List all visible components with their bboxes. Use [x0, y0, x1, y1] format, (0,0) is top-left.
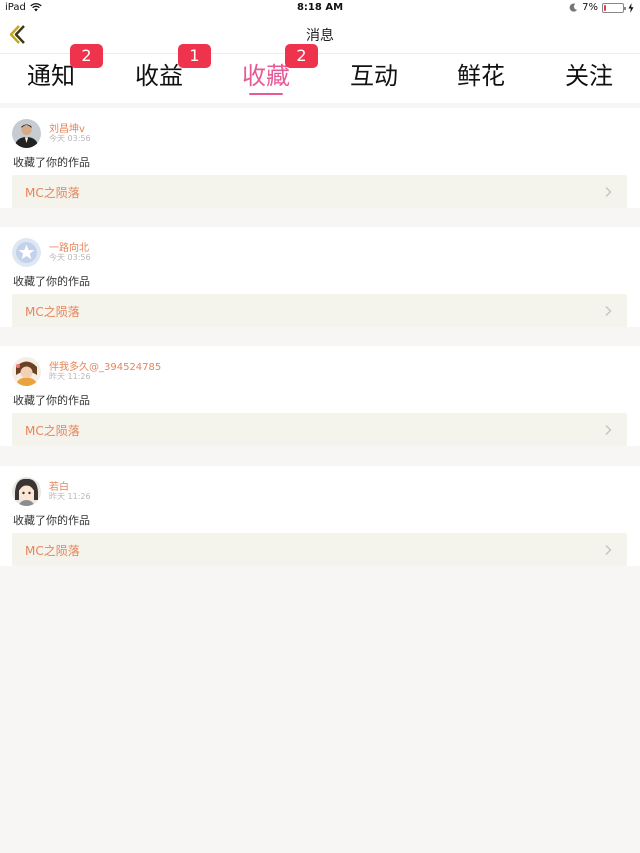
avatar[interactable] [12, 477, 41, 506]
active-tab-indicator [249, 93, 283, 95]
chevron-right-icon [605, 545, 612, 555]
tab-label: 鲜花 [457, 62, 505, 90]
list-item: 伴我多久@_394524785 昨天 11:26 收藏了你的作品 MC之陨落 [0, 346, 640, 446]
tab-favorites[interactable]: 收藏 2 [221, 44, 318, 100]
page-title: 消息 [306, 28, 334, 44]
tab-interactions[interactable]: 互动 [329, 58, 419, 100]
battery-icon [602, 2, 626, 13]
action-text: 收藏了你的作品 [13, 394, 90, 407]
battery-percent: 7% [582, 2, 598, 13]
timestamp: 今天 03:56 [49, 134, 91, 143]
chevron-right-icon [605, 425, 612, 435]
list-item: 刘昌坤v 今天 03:56 收藏了你的作品 MC之陨落 [0, 108, 640, 208]
tab-notifications[interactable]: 通知 2 [6, 44, 103, 100]
avatar[interactable] [12, 119, 41, 148]
work-title: MC之陨落 [25, 186, 80, 200]
action-text: 收藏了你的作品 [13, 275, 90, 288]
tab-label: 关注 [565, 62, 613, 90]
list-item: 一路向北 今天 03:56 收藏了你的作品 MC之陨落 [0, 227, 640, 327]
timestamp: 昨天 11:26 [49, 492, 91, 501]
work-link[interactable]: MC之陨落 [12, 175, 627, 208]
work-link[interactable]: MC之陨落 [12, 533, 627, 566]
status-bar: iPad 8:18 AM 7% [0, 0, 640, 17]
action-text: 收藏了你的作品 [13, 156, 90, 169]
chevron-right-icon [605, 306, 612, 316]
tab-following[interactable]: 关注 [544, 58, 634, 100]
work-title: MC之陨落 [25, 305, 80, 319]
work-link[interactable]: MC之陨落 [12, 413, 627, 446]
tab-earnings[interactable]: 收益 1 [114, 44, 211, 100]
status-time: 8:18 AM [296, 2, 344, 13]
tab-badge: 2 [70, 44, 103, 68]
charging-icon [628, 2, 634, 13]
avatar[interactable] [12, 357, 41, 386]
tab-label: 收益 [135, 62, 183, 90]
tab-label: 互动 [350, 62, 398, 90]
action-text: 收藏了你的作品 [13, 514, 90, 527]
tab-bar: 通知 2 收益 1 收藏 2 互动 鲜花 关注 [0, 44, 640, 103]
tab-badge: 2 [285, 44, 318, 68]
chevron-right-icon [605, 187, 612, 197]
list-item: 若白 昨天 11:26 收藏了你的作品 MC之陨落 [0, 466, 640, 566]
avatar[interactable] [12, 238, 41, 267]
timestamp: 今天 03:56 [49, 253, 91, 262]
moon-icon [569, 3, 578, 12]
tab-badge: 1 [178, 44, 211, 68]
timestamp: 昨天 11:26 [49, 372, 91, 381]
tab-label: 通知 [27, 62, 75, 90]
tab-flowers[interactable]: 鲜花 [436, 58, 526, 100]
work-title: MC之陨落 [25, 424, 80, 438]
tab-label: 收藏 [242, 62, 290, 90]
work-link[interactable]: MC之陨落 [12, 294, 627, 327]
work-title: MC之陨落 [25, 544, 80, 558]
